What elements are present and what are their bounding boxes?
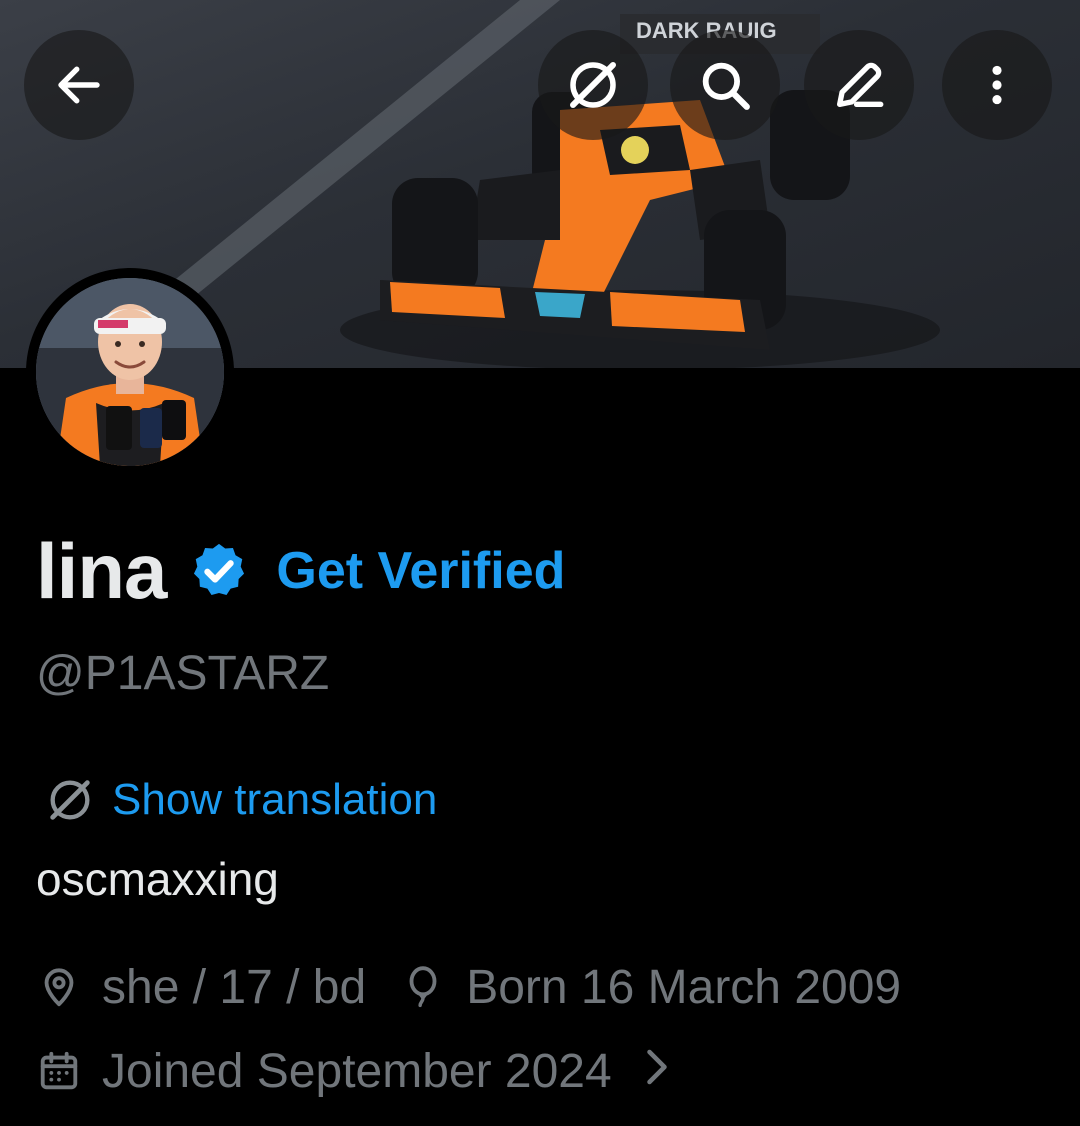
profile-joined-row[interactable]: Joined September 2024 [36,1040,672,1102]
profile-meta-row-1: she / 17 / bd Born 16 March 2009 [36,956,901,1018]
more-vertical-icon [992,65,1002,105]
pencil-icon [837,62,884,107]
location-pin-icon [44,968,74,1007]
profile-birthday: Born 16 March 2009 [400,960,901,1015]
show-translation-label[interactable]: Show translation [112,775,437,825]
edit-button[interactable] [804,30,914,140]
birthday-text: Born 16 March 2009 [466,960,902,1014]
joined-text: Joined September 2024 [102,1044,612,1098]
balloon-icon [409,966,437,1008]
translate-button[interactable] [538,30,648,140]
verified-check-icon[interactable] [188,540,250,602]
show-translation-button[interactable]: Show translation [44,768,437,832]
profile-handle: @P1ASTARZ [36,647,330,700]
translate-globe-icon [50,780,90,820]
get-verified-link[interactable]: Get Verified [276,541,565,601]
profile-name-row: lina Get Verified [36,526,565,616]
arrow-left-icon [58,66,100,104]
calendar-icon [40,1051,78,1090]
location-text: she / 17 / bd [102,960,367,1014]
translate-globe-icon [570,62,616,108]
chevron-right-icon[interactable] [642,1044,672,1099]
profile-joined[interactable]: Joined September 2024 [36,1044,672,1099]
profile-page: DARK RAUIG lina Get Verified @P1ASTARZ S… [0,0,1080,1126]
search-button[interactable] [670,30,780,140]
display-name: lina [36,526,167,615]
more-options-button[interactable] [942,30,1052,140]
profile-location: she / 17 / bd [36,960,366,1015]
search-icon [702,62,750,110]
avatar-image [36,278,224,466]
avatar[interactable] [26,268,234,476]
back-button[interactable] [24,30,134,140]
profile-bio: oscmaxxing [36,853,279,905]
